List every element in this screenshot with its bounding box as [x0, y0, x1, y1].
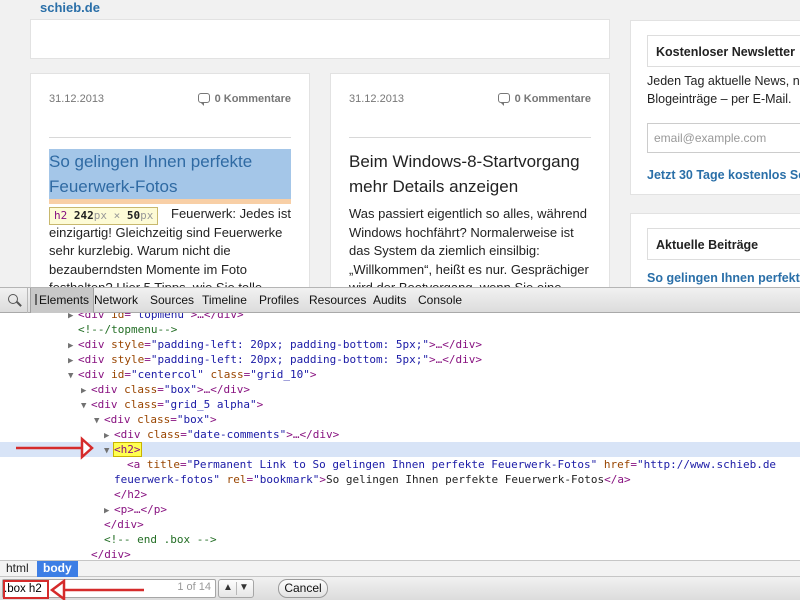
tooltip-unit: px: [140, 209, 154, 222]
post-date: 31.12.2013: [49, 93, 105, 105]
excerpt-line: Was passiert eigentlich so alles, währen…: [349, 206, 587, 221]
search-match-highlight: <h2>: [113, 442, 142, 457]
dom-comment[interactable]: <!-- end .box -->: [0, 532, 800, 547]
newsletter-title: Kostenloser Newsletter: [647, 35, 800, 67]
dom-node[interactable]: ▼ <div class="grid_5 alpha">: [0, 397, 800, 412]
newsletter-subscribe-link[interactable]: Jetzt 30 Tage kostenlos Se: [647, 168, 800, 182]
tab-timeline[interactable]: Timeline: [198, 288, 251, 313]
post-meta: 31.12.2013 0 Kommentare: [349, 93, 591, 109]
tab-console[interactable]: Console: [414, 288, 466, 313]
dom-node-continuation[interactable]: feuerwerk-fotos" rel="bookmark">So gelin…: [0, 472, 800, 487]
inspector-padding-highlight: [49, 199, 291, 204]
post-title-line: mehr Details anzeigen: [349, 177, 519, 196]
dom-node[interactable]: <a title="Permanent Link to So gelingen …: [0, 457, 800, 472]
post-title-line: So gelingen Ihnen perfekte: [49, 152, 253, 171]
tooltip-unit: px: [93, 209, 107, 222]
tooltip-times: ×: [107, 209, 127, 222]
recent-posts-title: Aktuelle Beiträge: [647, 228, 800, 260]
divider: [49, 137, 291, 138]
post-meta: 31.12.2013 0 Kommentare: [49, 93, 291, 109]
comments-count: 0 Kommentare: [214, 93, 291, 105]
search-bar[interactable]: [30, 19, 610, 59]
web-page: schieb.de 31.12.2013 0 Kommentare So gel…: [0, 0, 800, 287]
cancel-button[interactable]: Cancel: [278, 579, 328, 598]
devtools-toolbar: Elements Network Sources Timeline Profil…: [0, 287, 800, 313]
breadcrumb: html body: [0, 560, 800, 577]
tab-network[interactable]: Network: [90, 288, 142, 313]
dom-node[interactable]: ▶ <div class="box">…</div>: [0, 382, 800, 397]
breadcrumb-body[interactable]: body: [37, 561, 78, 577]
newsletter-text-line: Jeden Tag aktuelle News, n: [647, 74, 800, 88]
recent-post-link[interactable]: So gelingen Ihnen perfekt: [647, 271, 800, 285]
excerpt-line: einzigartig! Gleichzeitig sind Feuerwerk…: [49, 224, 283, 240]
tab-resources[interactable]: Resources: [305, 288, 370, 313]
find-previous-icon[interactable]: ▲: [223, 582, 233, 593]
tab-elements[interactable]: Elements: [30, 288, 95, 313]
excerpt-line: „Willkommen“, heißt es nur. Gesprächiger: [349, 261, 589, 277]
dom-node[interactable]: ▼ <div id="centercol" class="grid_10">: [0, 367, 800, 382]
devtools-panel: Elements Network Sources Timeline Profil…: [0, 287, 800, 600]
excerpt-line: bezauberndsten Momente im Foto: [49, 261, 247, 277]
dom-close-tag[interactable]: </div>: [0, 517, 800, 532]
excerpt-line: festhalten? Hier 5 Tipps, wie Sie tolle: [49, 279, 294, 287]
dom-node[interactable]: ▼ <div class="box">: [0, 412, 800, 427]
tab-audits[interactable]: Audits: [369, 288, 410, 313]
tab-sources[interactable]: Sources: [146, 288, 198, 313]
dom-node[interactable]: ▶ <p>…</p>: [0, 502, 800, 517]
tab-label: Elements: [39, 293, 90, 307]
magnifier-icon: [8, 294, 18, 304]
dom-close-tag[interactable]: </h2>: [0, 487, 800, 502]
find-bar: 1 of 14 ▲ ▼ Cancel: [0, 577, 800, 600]
tooltip-width: 242: [73, 209, 94, 222]
post-title-line: Feuerwerk-Fotos: [49, 177, 178, 196]
tooltip-tag: h2: [54, 209, 68, 222]
comment-bubble-icon: [497, 93, 510, 106]
find-next-icon[interactable]: ▼: [239, 582, 249, 593]
newsletter-text: Jeden Tag aktuelle News, n Blogeinträge …: [647, 72, 800, 108]
post-card: 31.12.2013 0 Kommentare Beim Windows-8-S…: [330, 73, 610, 287]
newsletter-text-line: Blogeinträge – per E-Mail.: [647, 92, 792, 106]
excerpt-line: wird der Bootvorgang, wenn Sie eine: [349, 279, 594, 287]
dom-node[interactable]: ▶ <div id="topmenu">…</div>: [0, 313, 800, 322]
tooltip-height: 50: [126, 209, 141, 222]
find-result-count: 1 of 14: [177, 581, 211, 593]
excerpt-line: Windows hochfährt? Normalerweise ist: [349, 224, 574, 240]
comments-link[interactable]: 0 Kommentare: [497, 93, 591, 106]
excerpt-line: das System da ziemlich einsilbig:: [349, 243, 540, 258]
breadcrumb-html[interactable]: html: [0, 561, 35, 577]
find-field: 1 of 14: [2, 579, 216, 599]
element-size-tooltip: h2 242px × 50px: [49, 207, 159, 225]
newsletter-widget: Kostenloser Newsletter Jeden Tag aktuell…: [630, 20, 800, 195]
dom-node[interactable]: ▶ <div style="padding-left: 20px; padding…: [0, 337, 800, 352]
post-title-link[interactable]: So gelingen Ihnen perfekte Feuerwerk-Fot…: [49, 149, 291, 199]
excerpt-line: sehr kurzlebig. Warum nicht die: [49, 243, 231, 258]
dom-close-tag[interactable]: </div>: [0, 547, 800, 560]
post-title-link[interactable]: Beim Windows-8-Startvorgang mehr Details…: [349, 149, 591, 199]
post-card: 31.12.2013 0 Kommentare So gelingen Ihne…: [30, 73, 310, 287]
post-title-line: Beim Windows-8-Startvorgang: [349, 152, 580, 171]
comment-bubble-icon: [197, 93, 210, 106]
tab-profiles[interactable]: Profiles: [255, 288, 303, 313]
comments-link[interactable]: 0 Kommentare: [197, 93, 291, 106]
newsletter-email-input[interactable]: [647, 123, 800, 153]
recent-posts-widget: Aktuelle Beiträge So gelingen Ihnen perf…: [630, 213, 800, 287]
inspect-element-button[interactable]: [0, 288, 28, 313]
post-excerpt: Was passiert eigentlich so alles, währen…: [349, 205, 594, 287]
post-date: 31.12.2013: [349, 93, 405, 105]
dom-comment[interactable]: <!--/topmenu-->: [0, 322, 800, 337]
dom-tree: ▶ <div id="topmenu">…</div> <!--/topmenu-…: [0, 313, 800, 560]
elements-icon: [35, 294, 38, 305]
dom-node[interactable]: ▶ <div class="date-comments">…</div>: [0, 427, 800, 442]
divider: [349, 137, 591, 138]
find-input[interactable]: [3, 580, 47, 597]
comments-count: 0 Kommentare: [514, 93, 591, 105]
find-navigation: ▲ ▼: [218, 579, 254, 598]
dom-node-selected-h2[interactable]: ▼ <h2>: [0, 442, 800, 457]
site-name-link[interactable]: schieb.de: [40, 0, 100, 15]
dom-node[interactable]: ▶ <div style="padding-left: 20px; padding…: [0, 352, 800, 367]
